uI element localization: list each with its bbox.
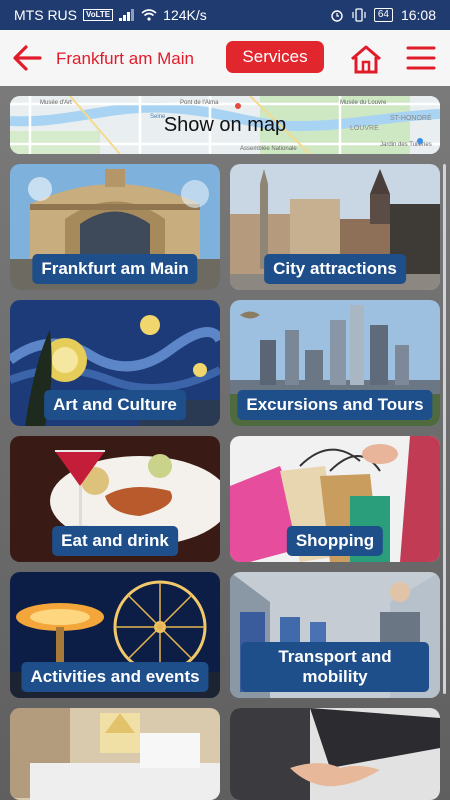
hamburger-menu-icon [406, 46, 436, 70]
tile-label: Transport and mobility [241, 642, 429, 692]
battery-indicator: 64 [373, 8, 393, 22]
clock: 16:08 [400, 7, 436, 23]
carrier-name: MTS RUS [14, 7, 77, 23]
wifi-icon [141, 9, 157, 21]
tile-activities-and-events[interactable]: Activities and events [10, 572, 220, 698]
scrollbar[interactable] [443, 164, 446, 694]
network-speed: 124K/s [163, 7, 207, 23]
tile-label: Shopping [286, 526, 384, 556]
vibrate-icon [352, 8, 366, 22]
tile-label: Activities and events [21, 662, 209, 692]
alarm-icon [331, 10, 343, 22]
page-title: Frankfurt am Main [56, 49, 194, 68]
tile-hotel[interactable] [10, 708, 220, 800]
status-right: 64 16:08 [330, 7, 436, 23]
app-header: Frankfurt am Main Services [0, 30, 450, 86]
tile-label: Eat and drink [52, 526, 178, 556]
tile-label: City attractions [264, 254, 406, 284]
volte-badge: VoLTE [83, 9, 114, 21]
content-area: Musée d'Art Pont de l'Alma Seine Musée d… [0, 86, 450, 800]
tile-excursions-and-tours[interactable]: Excursions and Tours [230, 300, 440, 426]
menu-button[interactable] [406, 44, 436, 72]
tile-frankfurt-am-main[interactable]: Frankfurt am Main [10, 164, 220, 290]
home-button[interactable] [348, 43, 384, 75]
signal-icon [119, 9, 135, 21]
tile-business[interactable] [230, 708, 440, 800]
show-on-map-label: Show on map [163, 114, 287, 136]
tile-shopping[interactable]: Shopping [230, 436, 440, 562]
tile-label: Frankfurt am Main [32, 254, 198, 284]
show-on-map-card[interactable]: Musée d'Art Pont de l'Alma Seine Musée d… [10, 96, 440, 154]
tile-art-and-culture[interactable]: Art and Culture [10, 300, 220, 426]
back-button[interactable] [10, 42, 44, 74]
handshake-image [230, 708, 440, 800]
tile-transport-and-mobility[interactable]: Transport and mobility [230, 572, 440, 698]
home-icon [351, 45, 381, 74]
status-bar: MTS RUS VoLTE 124K/s 64 16:08 [0, 0, 450, 30]
tile-city-attractions[interactable]: City attractions [230, 164, 440, 290]
hotel-room-image [10, 708, 220, 800]
services-button[interactable]: Services [226, 41, 324, 73]
tile-label: Excursions and Tours [237, 390, 433, 420]
tile-label: Art and Culture [44, 390, 186, 420]
tile-eat-and-drink[interactable]: Eat and drink [10, 436, 220, 562]
back-arrow-icon [13, 45, 42, 71]
status-left: MTS RUS VoLTE 124K/s [14, 7, 207, 23]
